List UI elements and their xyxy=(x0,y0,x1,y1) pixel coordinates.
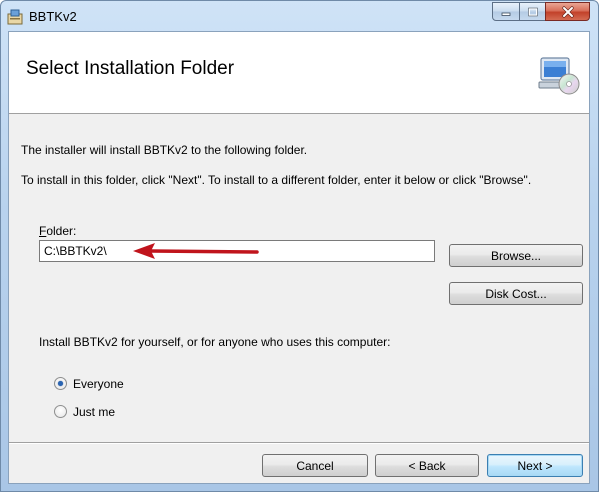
radio-everyone[interactable] xyxy=(54,377,67,390)
radio-just-me-label[interactable]: Just me xyxy=(73,405,115,419)
title-bar[interactable]: BBTKv2 xyxy=(1,1,598,31)
minimize-icon xyxy=(501,12,511,16)
radio-selected-dot xyxy=(58,381,63,386)
install-for-prompt: Install BBTKv2 for yourself, or for anyo… xyxy=(39,335,391,349)
radio-everyone-label[interactable]: Everyone xyxy=(73,377,124,391)
header-banner: Select Installation Folder xyxy=(9,32,589,114)
folder-label: Folder: xyxy=(39,224,76,238)
red-arrow-annotation xyxy=(133,243,259,259)
browse-button[interactable]: Browse... xyxy=(449,244,583,267)
radio-just-me[interactable] xyxy=(54,405,67,418)
back-button[interactable]: < Back xyxy=(375,454,479,477)
window-title: BBTKv2 xyxy=(29,9,77,24)
page-title: Select Installation Folder xyxy=(26,58,235,79)
disk-cost-button[interactable]: Disk Cost... xyxy=(449,282,583,305)
close-button[interactable] xyxy=(545,2,590,21)
installer-window: BBTKv2 Select Installation Folder The in… xyxy=(0,0,599,492)
instruction-line-1: The installer will install BBTKv2 to the… xyxy=(21,143,308,157)
dialog-client-area: Select Installation Folder The installer… xyxy=(8,31,590,484)
instruction-line-2: To install in this folder, click "Next".… xyxy=(21,173,532,187)
computer-cd-icon xyxy=(538,57,580,95)
installer-app-icon xyxy=(7,9,23,25)
next-button[interactable]: Next > xyxy=(487,454,583,477)
maximize-icon xyxy=(527,7,538,16)
footer-separator-highlight xyxy=(9,443,589,444)
cancel-button[interactable]: Cancel xyxy=(262,454,368,477)
folder-label-text: older: xyxy=(46,224,77,238)
minimize-button[interactable] xyxy=(492,2,520,21)
maximize-button[interactable] xyxy=(519,2,546,21)
close-icon xyxy=(561,5,574,18)
